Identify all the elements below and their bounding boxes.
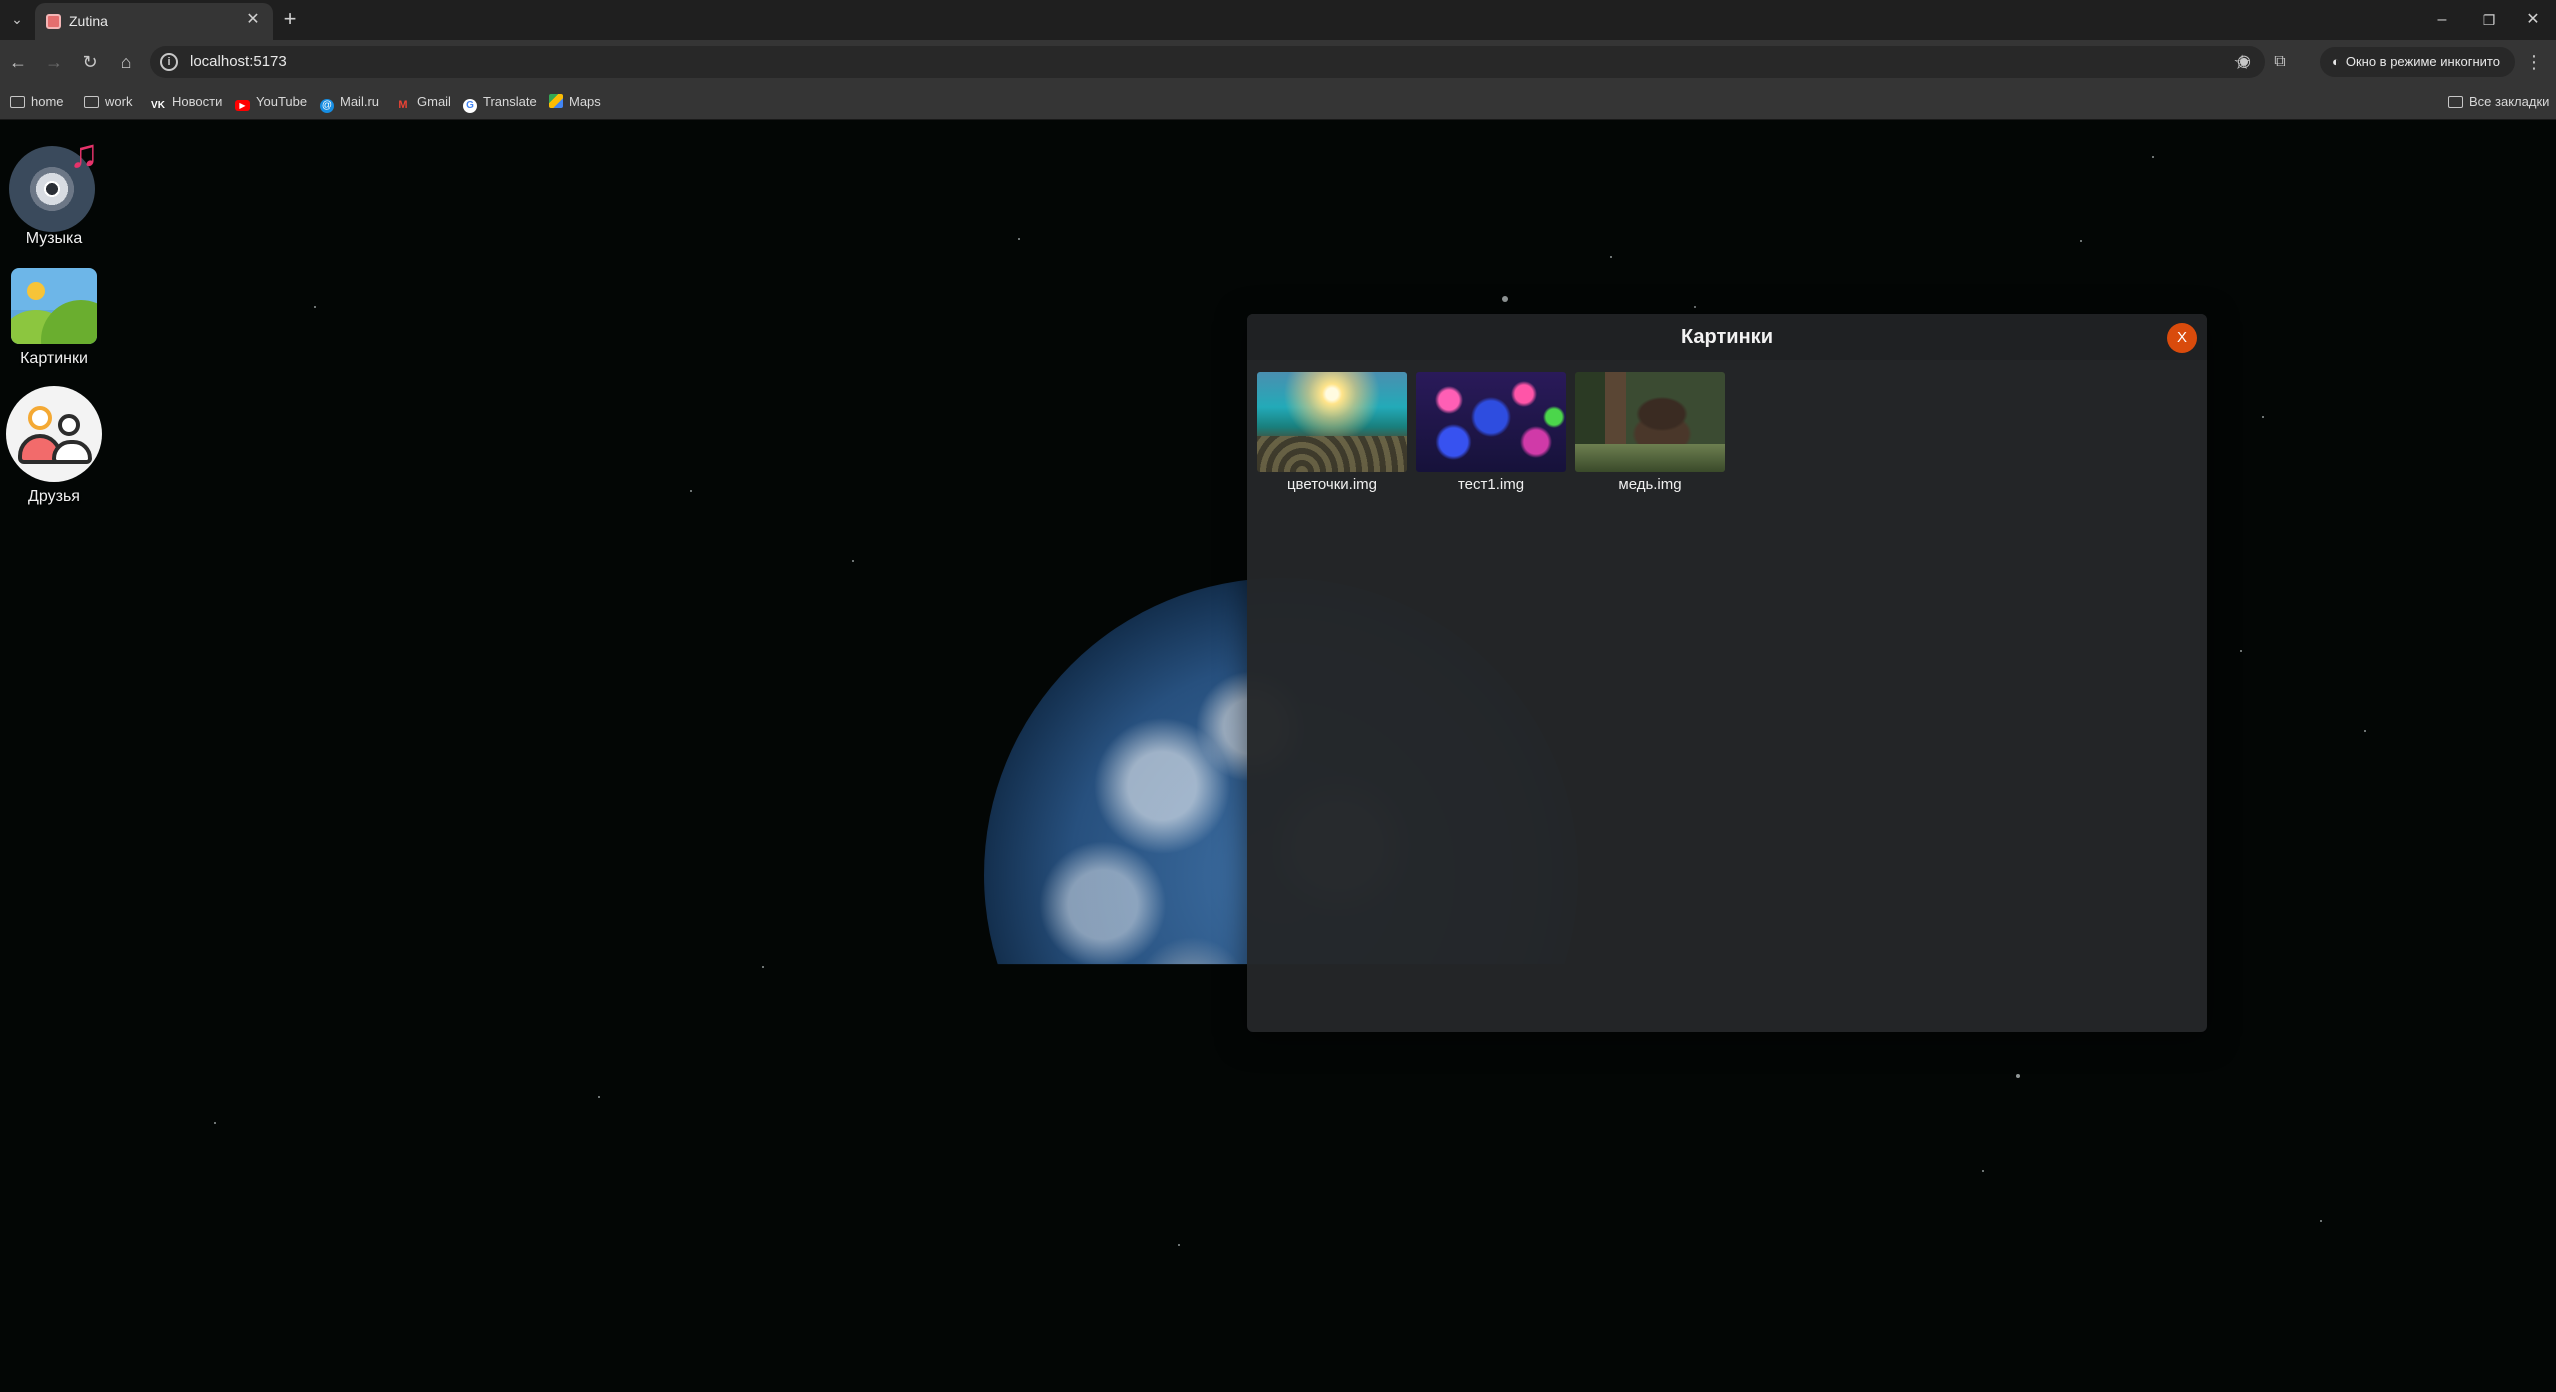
desktop-icon-label: Музыка: [25, 230, 83, 247]
bookmark-label: Новости: [172, 94, 223, 109]
tab-search-chevron-icon[interactable]: ⌄: [6, 8, 28, 30]
bookmark-novosti[interactable]: VK Новости: [150, 92, 222, 112]
new-tab-plus-icon[interactable]: +: [278, 7, 302, 31]
maps-icon: [549, 94, 563, 108]
tab-close-icon[interactable]: ✕: [243, 10, 263, 30]
reload-icon[interactable]: ↻: [76, 48, 104, 76]
browser-toolbar: ← → ↻ ⌂ i localhost:5173 ☆ ◉ ⧉ ◐ Окно в р…: [0, 40, 2556, 84]
desktop-icon-friends[interactable]: Друзья: [0, 386, 108, 506]
bookmark-label: Mail.ru: [340, 94, 380, 109]
file-thumbnail: [1416, 372, 1566, 472]
all-bookmarks-label: Все закладки: [2469, 94, 2550, 109]
incognito-spy-icon[interactable]: ◉: [2230, 48, 2258, 76]
incognito-badge[interactable]: ◐ Окно в режиме инкогнито: [2320, 47, 2515, 77]
file-thumbnail: [1257, 372, 1407, 472]
tab-title: Zutina: [69, 13, 108, 29]
bookmark-gmail[interactable]: M Gmail: [395, 92, 451, 112]
folder-icon: [2448, 96, 2463, 108]
bookmark-home[interactable]: home: [10, 92, 64, 112]
tab-strip: ⌄ Zutina ✕ + – ❐ ✕: [0, 0, 2556, 40]
back-arrow-icon[interactable]: ←: [4, 48, 32, 76]
address-bar[interactable]: i localhost:5173 ☆: [150, 46, 2265, 78]
bookmark-label: Maps: [569, 94, 601, 109]
bookmark-label: Gmail: [417, 94, 451, 109]
pictures-window: Картинки X цветочки.img тест1.img медь.i…: [1247, 314, 2207, 1032]
zutina-favicon-icon: [46, 14, 61, 29]
file-name: цветочки.img: [1286, 476, 1378, 493]
bookmark-label: YouTube: [256, 94, 308, 109]
file-name: медь.img: [1618, 476, 1682, 493]
restore-icon[interactable]: ❐: [2474, 5, 2504, 35]
mailru-icon: @: [320, 99, 334, 113]
extensions-puzzle-icon[interactable]: ⧉: [2266, 48, 2294, 76]
file-item[interactable]: тест1.img: [1415, 372, 1567, 493]
bookmark-maps[interactable]: Maps: [549, 92, 601, 112]
bookmark-translate[interactable]: G Translate: [463, 92, 537, 113]
minimize-icon[interactable]: –: [2427, 5, 2457, 35]
file-name: тест1.img: [1457, 476, 1525, 493]
file-thumbnail: [1575, 372, 1725, 472]
file-item[interactable]: цветочки.img: [1256, 372, 1408, 493]
google-icon: G: [463, 99, 477, 113]
desktop-icon-label: Друзья: [28, 488, 80, 505]
home-icon[interactable]: ⌂: [112, 48, 140, 76]
folder-icon: [84, 96, 99, 108]
site-info-icon[interactable]: i: [160, 53, 178, 71]
desktop: ♫ Музыка Картинки Друзья Картинки X цвет…: [0, 120, 2556, 1392]
desktop-icon-music[interactable]: ♫ Музыка: [0, 134, 108, 248]
bookmark-work[interactable]: work: [84, 92, 132, 112]
window-close-button[interactable]: X: [2167, 323, 2197, 353]
incognito-label: Окно в режиме инкогнито: [2345, 54, 2500, 69]
all-bookmarks[interactable]: Все закладки: [2448, 92, 2549, 112]
desktop-icon-label: Картинки: [20, 350, 88, 367]
window-title[interactable]: Картинки: [1247, 314, 2207, 360]
bookmark-youtube[interactable]: ▶ YouTube: [235, 92, 307, 112]
youtube-icon: ▶: [235, 100, 250, 111]
music-icon: ♫: [9, 134, 99, 232]
bookmark-label: home: [31, 94, 64, 109]
browser-menu-icon[interactable]: ⋮: [2524, 48, 2544, 76]
forward-arrow-icon[interactable]: →: [40, 48, 68, 76]
bookmark-label: work: [105, 94, 133, 109]
browser-tab[interactable]: Zutina ✕: [35, 3, 273, 40]
pictures-icon: [11, 268, 97, 344]
desktop-icon-pictures[interactable]: Картинки: [0, 268, 108, 368]
bookmark-label: Translate: [483, 94, 537, 109]
gmail-icon: M: [398, 99, 408, 111]
window-close-icon[interactable]: ✕: [2518, 5, 2548, 35]
address-url[interactable]: localhost:5173: [190, 53, 287, 70]
bookmark-mailru[interactable]: @ Mail.ru: [320, 92, 380, 113]
file-item[interactable]: медь.img: [1574, 372, 1726, 493]
friends-icon: [6, 386, 102, 482]
vk-icon: VK: [151, 100, 165, 111]
incognito-icon: ◐: [2332, 54, 2340, 69]
folder-icon: [10, 96, 25, 108]
bookmarks-bar: home work VK Новости ▶ YouTube @ Mail.ru MG…: [0, 84, 2556, 120]
